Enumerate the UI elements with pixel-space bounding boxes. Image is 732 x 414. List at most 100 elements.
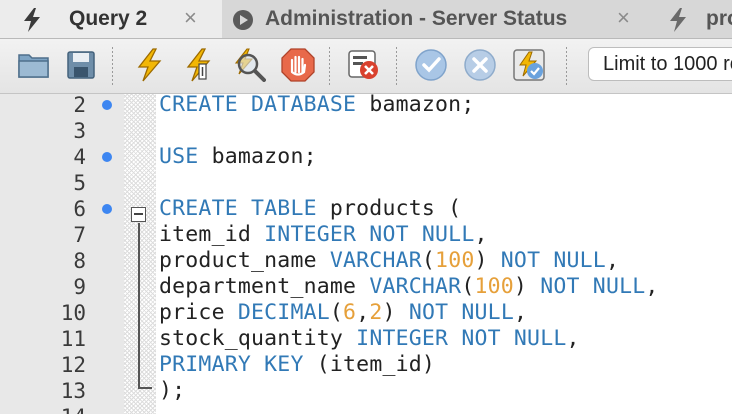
tab-label: Query 2	[69, 7, 148, 30]
sql-text: (	[461, 274, 475, 299]
close-tab-button[interactable]: ×	[184, 5, 197, 31]
sql-text: )	[513, 274, 541, 299]
save-icon[interactable]	[63, 47, 99, 83]
sql-text: bamazon;	[198, 144, 317, 169]
line-number: 5	[73, 171, 86, 195]
rollback-icon[interactable]	[462, 47, 498, 83]
code-text: USE bamazon;	[159, 144, 317, 170]
sql-text: products (	[316, 196, 462, 221]
open-folder-icon[interactable]	[16, 47, 52, 83]
statement-marker-icon	[102, 152, 112, 162]
code-text: item_id INTEGER NOT NULL,	[159, 222, 488, 248]
line-number: 3	[73, 119, 86, 143]
tab-label: Administration - Server Status	[265, 7, 568, 30]
sql-keyword: INTEGER NOT NULL	[356, 326, 567, 351]
sql-keyword: NOT NULL	[540, 274, 646, 299]
sql-text: )	[474, 248, 501, 273]
sql-text: (	[421, 248, 436, 273]
fold-range-end	[138, 387, 152, 389]
sql-keyword: PRIMARY KEY	[159, 352, 304, 377]
close-tab-button[interactable]: ×	[617, 5, 630, 31]
limit-rows-select[interactable]: Limit to 1000 rows	[588, 47, 732, 81]
code-text: product_name VARCHAR(100) NOT NULL,	[159, 248, 619, 274]
code-line[interactable]: 5	[0, 170, 732, 196]
sql-text: ,	[513, 300, 528, 325]
sql-keyword: CREATE DATABASE	[159, 94, 357, 117]
sql-text: ,	[645, 274, 659, 299]
toolbar-separator	[396, 47, 397, 85]
sql-number: 2	[369, 300, 383, 325]
toggle-error-stop-icon[interactable]	[346, 47, 382, 83]
line-number: 10	[60, 301, 86, 325]
toolbar: Limit to 1000 rows	[0, 39, 732, 94]
sql-text: ,	[474, 222, 488, 247]
autocommit-icon[interactable]	[511, 47, 547, 83]
code-line[interactable]: 7 item_id INTEGER NOT NULL,	[0, 222, 732, 248]
sql-text: stock_quantity	[159, 326, 357, 351]
code-line[interactable]: 2 CREATE DATABASE bamazon;	[0, 94, 732, 118]
code-line[interactable]: 14	[0, 404, 732, 414]
sql-text: );	[159, 378, 186, 403]
line-number: 2	[73, 94, 86, 117]
sql-text: product_name	[159, 248, 330, 273]
sql-keyword: VARCHAR	[369, 274, 462, 299]
line-number: 11	[60, 327, 86, 351]
sql-text: ,	[356, 300, 370, 325]
sql-text: (item_id)	[303, 352, 436, 377]
fold-toggle-icon[interactable]	[131, 207, 146, 222]
sql-number: 100	[435, 248, 475, 273]
commit-icon[interactable]	[413, 47, 449, 83]
sql-editor[interactable]: 2 CREATE DATABASE bamazon; 3 4 USE bamazon; 5…	[0, 94, 732, 414]
execute-icon[interactable]	[131, 47, 167, 83]
line-number: 4	[73, 145, 86, 169]
line-number: 12	[60, 353, 86, 377]
sql-text: item_id	[159, 222, 265, 247]
sql-text: ,	[605, 248, 620, 273]
stop-icon[interactable]	[280, 47, 316, 83]
sql-text: price	[159, 300, 238, 325]
toolbar-separator	[566, 47, 567, 85]
code-line[interactable]: 13);	[0, 378, 732, 404]
sql-text: )	[382, 300, 409, 325]
play-circle-icon	[232, 9, 254, 31]
lightning-icon	[668, 8, 688, 32]
code-line[interactable]: 11 stock_quantity INTEGER NOT NULL,	[0, 326, 732, 352]
code-line[interactable]: 9 department_name VARCHAR(100) NOT NULL,	[0, 274, 732, 300]
code-text: PRIMARY KEY (item_id)	[159, 352, 435, 378]
code-text: CREATE TABLE products (	[159, 196, 461, 222]
statement-marker-icon	[102, 204, 112, 214]
line-number: 14	[26, 404, 86, 414]
line-number: 6	[73, 197, 86, 221]
sql-text: bamazon;	[356, 94, 475, 117]
code-line[interactable]: 4 USE bamazon;	[0, 144, 732, 170]
sql-keyword: NOT NULL	[408, 300, 514, 325]
sql-keyword: CREATE TABLE	[159, 196, 317, 221]
code-line[interactable]: 12 PRIMARY KEY (item_id)	[0, 352, 732, 378]
code-line[interactable]: 8 product_name VARCHAR(100) NOT NULL,	[0, 248, 732, 274]
execute-current-icon[interactable]	[181, 47, 217, 83]
tab-bar: Query 2 × Administration - Server Status…	[0, 0, 732, 39]
sql-keyword: INTEGER NOT NULL	[264, 222, 475, 247]
line-number: 13	[60, 379, 86, 403]
sql-keyword: USE	[159, 144, 199, 169]
tab-label: pro	[706, 7, 732, 30]
code-line[interactable]: 6 CREATE TABLE products (	[0, 196, 732, 222]
code-line[interactable]: 3	[0, 118, 732, 144]
tab-query-2[interactable]: Query 2 ×	[0, 0, 222, 38]
code-text: );	[159, 378, 185, 404]
explain-icon[interactable]	[231, 47, 267, 83]
sql-keyword: NOT NULL	[500, 248, 606, 273]
sql-number: 100	[474, 274, 514, 299]
code-text: price DECIMAL(6,2) NOT NULL,	[159, 300, 527, 326]
tab-administration-server-status[interactable]: Administration - Server Status ×	[222, 0, 660, 38]
sql-text: (	[329, 300, 344, 325]
tab-partial[interactable]: pro	[660, 0, 732, 38]
code-line[interactable]: 10 price DECIMAL(6,2) NOT NULL,	[0, 300, 732, 326]
line-number: 8	[73, 249, 86, 273]
code-text: department_name VARCHAR(100) NOT NULL,	[159, 274, 659, 300]
line-number: 9	[73, 275, 86, 299]
toolbar-separator	[329, 47, 330, 85]
sql-text: department_name	[159, 274, 370, 299]
code-text: stock_quantity INTEGER NOT NULL,	[159, 326, 580, 352]
limit-rows-label: Limit to 1000 rows	[603, 52, 732, 75]
